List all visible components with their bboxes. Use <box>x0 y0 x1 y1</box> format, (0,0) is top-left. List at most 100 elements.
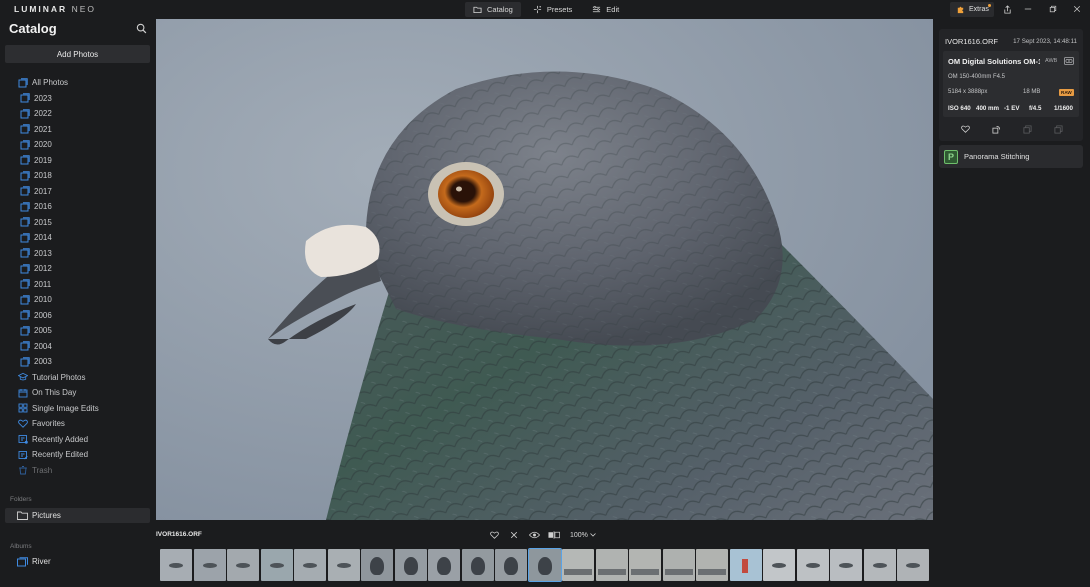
filmstrip-thumbnail[interactable] <box>327 549 360 581</box>
thumbnail-subject <box>236 563 250 568</box>
close-button[interactable] <box>1071 3 1083 15</box>
album-icon <box>20 264 30 274</box>
sidebar-item-2010[interactable]: 2010 <box>0 292 156 308</box>
sidebar-item-2015[interactable]: 2015 <box>0 215 156 231</box>
filmstrip-thumbnail[interactable] <box>294 549 326 581</box>
filmstrip-thumbnail[interactable] <box>160 549 192 581</box>
brand-main: LUMINAR <box>14 4 68 14</box>
filmstrip-thumbnail[interactable] <box>595 549 628 581</box>
folder-icon <box>473 6 482 14</box>
filmstrip-thumbnail[interactable] <box>830 549 862 581</box>
sidebar-item-trash[interactable]: Trash <box>0 463 156 479</box>
thumbnail-subject <box>202 563 217 568</box>
sidebar-item-2011[interactable]: 2011 <box>0 277 156 293</box>
sidebar-item-2016[interactable]: 2016 <box>0 199 156 215</box>
filmstrip-thumbnail[interactable] <box>461 549 494 581</box>
zoom-dropdown[interactable]: 100% <box>570 532 596 539</box>
filmstrip-thumbnail[interactable] <box>428 549 460 581</box>
sidebar-item-all-photos[interactable]: All Photos <box>0 75 156 91</box>
filmstrip-thumbnail[interactable] <box>527 548 562 582</box>
filmstrip-thumbnail[interactable] <box>361 549 393 581</box>
album-item-river[interactable]: River <box>5 554 150 569</box>
paste-adjustments-button[interactable] <box>1052 123 1064 135</box>
favorite-toggle[interactable] <box>488 529 500 541</box>
sparkle-icon <box>533 5 541 14</box>
album-icon <box>20 341 30 351</box>
heart-icon <box>489 531 499 539</box>
filmstrip-thumbnail[interactable] <box>662 549 695 581</box>
sidebar-item-2017[interactable]: 2017 <box>0 184 156 200</box>
tab-presets[interactable]: Presets <box>525 2 580 17</box>
extras-button[interactable]: Extras <box>950 2 994 17</box>
sidebar-item-recently-edited[interactable]: Recently Edited <box>0 447 156 463</box>
panorama-stitching-tool[interactable]: P Panorama Stitching <box>939 145 1083 168</box>
sidebar-item-2022[interactable]: 2022 <box>0 106 156 122</box>
sidebar-item-label: 2020 <box>34 140 52 150</box>
add-photos-button[interactable]: Add Photos <box>5 45 150 63</box>
sidebar-item-on-this-day[interactable]: On This Day <box>0 385 156 401</box>
compare-toggle[interactable] <box>548 529 560 541</box>
restore-button[interactable] <box>1047 3 1059 15</box>
filmstrip-thumbnail[interactable] <box>495 549 527 581</box>
sidebar-item-tutorial-photos[interactable]: Tutorial Photos <box>0 370 156 386</box>
search-button[interactable] <box>136 21 148 34</box>
sidebar-item-2012[interactable]: 2012 <box>0 261 156 277</box>
rotate-button[interactable] <box>990 123 1002 135</box>
filmstrip-thumbnail[interactable] <box>696 549 728 581</box>
recent-edited-icon <box>18 450 28 460</box>
sidebar-item-2005[interactable]: 2005 <box>0 323 156 339</box>
trash-icon <box>18 465 28 475</box>
sidebar-item-favorites[interactable]: Favorites <box>0 416 156 432</box>
filmstrip-thumbnail[interactable] <box>193 549 226 581</box>
tab-catalog[interactable]: Catalog <box>465 2 521 17</box>
filmstrip-thumbnail[interactable] <box>629 549 661 581</box>
share-button[interactable] <box>1001 3 1013 15</box>
sidebar-item-single-image-edits[interactable]: Single Image Edits <box>0 401 156 417</box>
sidebar-item-2018[interactable]: 2018 <box>0 168 156 184</box>
mode-switcher: Catalog Presets Edit <box>465 2 627 17</box>
camera-model: OM Digital Solutions OM-1 <box>948 57 1040 66</box>
sidebar-item-label: 2013 <box>34 248 52 258</box>
info-actions <box>939 123 1083 137</box>
thumbnail-subject <box>437 557 451 575</box>
tab-edit[interactable]: Edit <box>584 2 627 17</box>
thumbnail-subject <box>741 559 748 573</box>
recent-added-icon <box>18 434 28 445</box>
album-icon <box>20 202 30 212</box>
favorite-button[interactable] <box>959 123 971 135</box>
sidebar-item-2023[interactable]: 2023 <box>0 91 156 107</box>
minimize-button[interactable] <box>1022 3 1034 15</box>
filmstrip-thumbnail[interactable] <box>763 549 795 581</box>
app-logo: LUMINAR NEO <box>14 4 96 14</box>
sidebar-item-2019[interactable]: 2019 <box>0 153 156 169</box>
filmstrip-thumbnail[interactable] <box>897 549 929 581</box>
sidebar-item-2020[interactable]: 2020 <box>0 137 156 153</box>
sidebar-item-recently-added[interactable]: Recently Added <box>0 432 156 448</box>
thumbnail-subject <box>839 563 853 568</box>
copy-adjustments-button[interactable] <box>1021 123 1033 135</box>
filmstrip-thumbnail[interactable] <box>863 549 896 581</box>
sidebar-item-label: 2006 <box>34 310 52 320</box>
filmstrip-thumbnail[interactable] <box>260 549 293 581</box>
thumbnail-subject <box>303 563 317 568</box>
filmstrip-thumbnail[interactable] <box>227 549 259 581</box>
preview-toggle[interactable] <box>528 529 540 541</box>
filmstrip-thumbnail[interactable] <box>796 549 829 581</box>
sidebar-item-2013[interactable]: 2013 <box>0 246 156 262</box>
current-filename: IVOR1616.ORF <box>156 531 202 538</box>
sidebar-item-2021[interactable]: 2021 <box>0 122 156 138</box>
photo-viewer[interactable] <box>156 19 933 520</box>
sidebar-item-2004[interactable]: 2004 <box>0 339 156 355</box>
filmstrip-thumbnail[interactable] <box>562 549 594 581</box>
reject-toggle[interactable] <box>508 529 520 541</box>
filmstrip-thumbnail[interactable] <box>394 549 427 581</box>
catalog-nav: All Photos 2023 2022 2021 2020 2019 2018 2017 20… <box>0 75 156 478</box>
sidebar-item-2014[interactable]: 2014 <box>0 230 156 246</box>
sidebar-item-2003[interactable]: 2003 <box>0 354 156 370</box>
sidebar-item-label: Favorites <box>32 419 65 429</box>
white-balance: AWB <box>1045 58 1058 64</box>
filmstrip-thumbnail[interactable] <box>729 549 762 581</box>
folder-item-pictures[interactable]: Pictures <box>5 508 150 523</box>
sidebar-item-2006[interactable]: 2006 <box>0 308 156 324</box>
thumbnail-subject <box>403 557 418 575</box>
